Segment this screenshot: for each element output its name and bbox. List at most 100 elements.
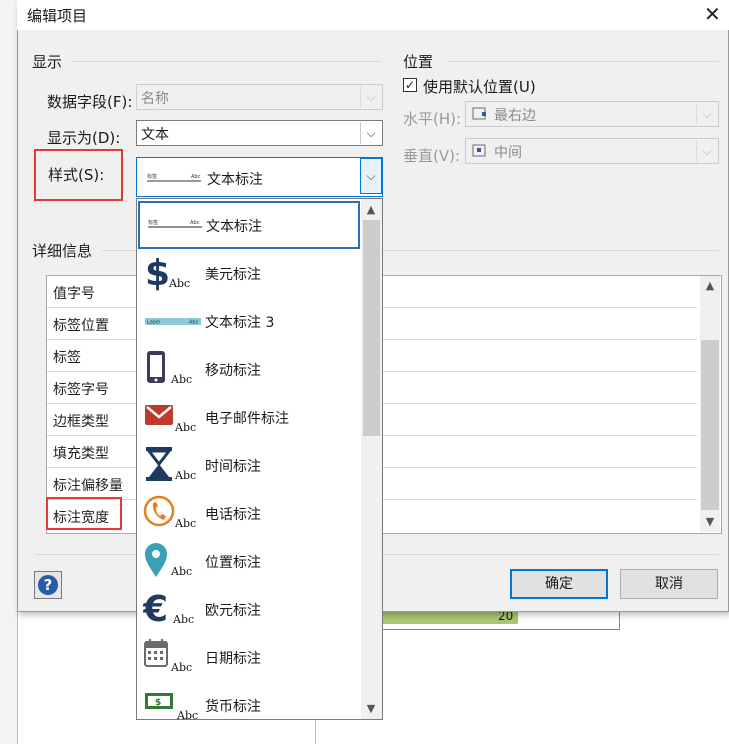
- svg-text:Abc: Abc: [174, 469, 196, 482]
- item-label: 日期标注: [205, 651, 261, 667]
- item-label: 文本标注: [206, 219, 262, 235]
- group-divider: [72, 61, 382, 62]
- style-select[interactable]: 标签 Abc 文本标注 ⌵: [136, 157, 383, 197]
- vertical-select[interactable]: 中间 ⌵: [465, 138, 719, 164]
- item-label: 移动标注: [205, 363, 261, 379]
- item-label: 位置标注: [205, 555, 261, 571]
- width-row-highlight: [46, 497, 122, 530]
- svg-text:Abc: Abc: [189, 320, 199, 326]
- horizontal-label: 水平(H):: [403, 110, 462, 128]
- svg-text:Label: Label: [147, 320, 161, 326]
- item-label: 欧元标注: [205, 603, 261, 619]
- chevron-down-icon: ⌵: [696, 103, 717, 125]
- item-label: 美元标注: [205, 267, 261, 283]
- scroll-up-icon[interactable]: ▲: [700, 279, 720, 292]
- item-label: 货币标注: [205, 699, 261, 715]
- svg-text:Abc: Abc: [170, 661, 192, 674]
- scroll-down-icon[interactable]: ▼: [700, 515, 720, 528]
- abc-caption: Abc: [168, 277, 190, 290]
- display-as-value: 文本: [141, 127, 169, 143]
- text-callout-icon: 标签 Abc: [147, 173, 201, 182]
- row-label: 值字号: [53, 286, 95, 302]
- help-button[interactable]: ?: [34, 571, 62, 599]
- background-divider: [17, 612, 18, 744]
- help-icon: ?: [38, 575, 58, 595]
- use-default-position-label: 使用默认位置(U): [423, 78, 536, 96]
- list-item-euro-callout[interactable]: € Abc 欧元标注: [137, 585, 361, 633]
- align-right-icon: [472, 107, 486, 120]
- mobile-phone-icon: Abc: [147, 351, 192, 386]
- chevron-down-icon: ⌵: [360, 122, 381, 144]
- list-item-dollar-callout[interactable]: $ Abc 美元标注: [137, 249, 361, 297]
- row-label: 标签字号: [53, 382, 109, 398]
- svg-text:标签: 标签: [147, 173, 157, 180]
- list-item-text-callout-3[interactable]: Label Abc 文本标注 3: [137, 297, 361, 345]
- chevron-down-icon: ⌵: [360, 158, 382, 194]
- details-scrollbar-thumb[interactable]: [701, 340, 719, 510]
- dollar-icon: $ Abc: [145, 253, 190, 293]
- text-callout-icon: 标签 Abc: [148, 219, 202, 228]
- list-item-phone-callout[interactable]: Abc 电话标注: [137, 489, 361, 537]
- row-label: 标签位置: [53, 318, 109, 334]
- svg-text:Abc: Abc: [170, 373, 192, 386]
- row-label: 标注偏移量: [53, 478, 123, 494]
- data-field-label: 数据字段(F):: [47, 93, 133, 111]
- row-label: 标签: [53, 350, 81, 366]
- cancel-button[interactable]: 取消: [620, 569, 718, 599]
- group-divider: [447, 61, 719, 62]
- svg-text:€: €: [143, 589, 168, 629]
- scroll-down-icon[interactable]: ▼: [361, 702, 381, 715]
- list-item-date-callout[interactable]: Abc 日期标注: [137, 633, 361, 681]
- use-default-position-checkbox[interactable]: ✓: [403, 78, 417, 92]
- ok-button[interactable]: 确定: [510, 569, 608, 599]
- vertical-label: 垂直(V):: [403, 147, 461, 165]
- style-value: 文本标注: [207, 172, 263, 188]
- row-label: 填充类型: [53, 446, 109, 462]
- euro-icon: € Abc: [143, 589, 194, 629]
- envelope-icon: Abc: [145, 405, 196, 434]
- display-group-title: 显示: [32, 53, 63, 71]
- chevron-down-icon: ⌵: [360, 86, 381, 108]
- data-field-value: 名称: [141, 91, 169, 107]
- chevron-down-icon: ⌵: [696, 140, 717, 162]
- svg-text:Abc: Abc: [174, 421, 196, 434]
- svg-text:Abc: Abc: [172, 613, 194, 626]
- svg-text:$: $: [155, 698, 161, 708]
- svg-text:Abc: Abc: [176, 709, 198, 720]
- item-label: 电话标注: [205, 507, 261, 523]
- scroll-up-icon[interactable]: ▲: [361, 203, 381, 216]
- svg-text:标签: 标签: [148, 219, 158, 226]
- svg-text:Abc: Abc: [170, 565, 192, 578]
- list-item-currency-callout[interactable]: $ Abc 货币标注: [137, 681, 361, 720]
- dialog-titlebar: [17, 0, 729, 30]
- list-item-email-callout[interactable]: Abc 电子邮件标注: [137, 393, 361, 441]
- item-label: 电子邮件标注: [205, 411, 289, 427]
- background-side-strip: [0, 0, 18, 744]
- svg-text:Abc: Abc: [190, 220, 200, 226]
- banknote-icon: $ Abc: [145, 693, 198, 720]
- display-as-select[interactable]: 文本 ⌵: [136, 120, 383, 146]
- dropdown-scrollbar-thumb[interactable]: [363, 220, 380, 436]
- item-label: 时间标注: [205, 459, 261, 475]
- svg-text:Abc: Abc: [191, 174, 201, 180]
- vertical-value: 中间: [494, 145, 522, 161]
- list-item-location-callout[interactable]: Abc 位置标注: [137, 537, 361, 585]
- horizontal-select[interactable]: 最右边 ⌵: [465, 101, 719, 127]
- calendar-icon: Abc: [144, 639, 192, 674]
- phone-icon: Abc: [143, 495, 196, 530]
- list-item-mobile-callout[interactable]: Abc 移动标注: [137, 345, 361, 393]
- style-label: 样式(S):: [48, 166, 105, 184]
- list-item-time-callout[interactable]: Abc 时间标注: [137, 441, 361, 489]
- map-pin-icon: Abc: [145, 543, 192, 578]
- svg-text:Abc: Abc: [174, 517, 196, 530]
- align-middle-icon: [472, 144, 486, 157]
- svg-text:$: $: [145, 253, 170, 293]
- dialog-title: 编辑项目: [27, 7, 88, 25]
- data-field-select[interactable]: 名称 ⌵: [136, 84, 383, 110]
- list-item-text-callout[interactable]: 标签 Abc 文本标注: [138, 201, 360, 249]
- close-icon[interactable]: ✕: [704, 4, 721, 24]
- text-callout-3-icon: Label Abc: [145, 318, 201, 326]
- horizontal-value: 最右边: [494, 108, 536, 124]
- position-group-title: 位置: [403, 53, 434, 71]
- style-dropdown-list[interactable]: 标签 Abc 文本标注 $ Abc 美元标注 Label Abc 文本标注 3 …: [136, 198, 383, 720]
